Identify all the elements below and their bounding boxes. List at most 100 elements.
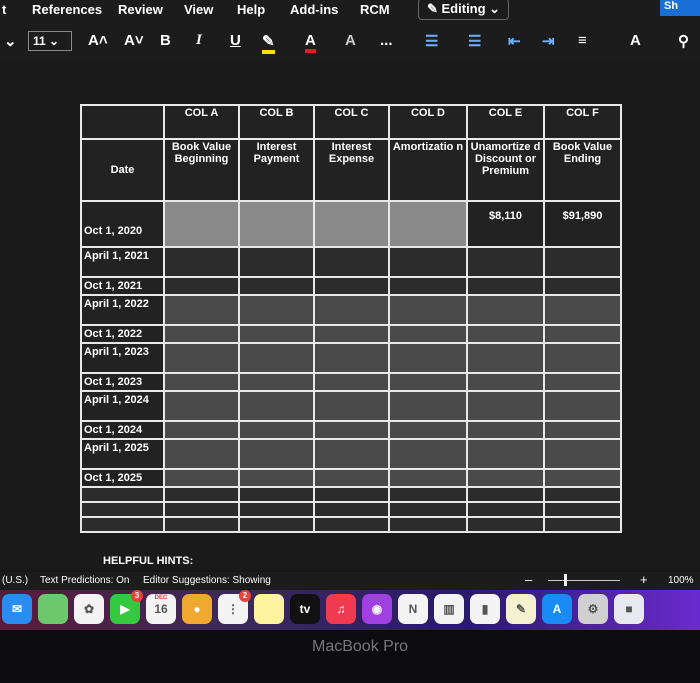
table-cell[interactable] (238, 468, 315, 488)
table-cell[interactable] (466, 468, 545, 488)
menu-add-ins[interactable]: Add-ins (290, 2, 338, 17)
table-cell[interactable] (313, 276, 390, 296)
table-cell[interactable] (163, 516, 240, 533)
table-cell[interactable] (238, 438, 315, 470)
table-cell[interactable] (163, 276, 240, 296)
date-cell[interactable]: Oct 1, 2020 (80, 200, 165, 248)
more-icon[interactable]: ... (380, 32, 393, 49)
bullets-icon[interactable]: ☰ (425, 32, 438, 50)
roblox-icon[interactable]: ■ (614, 594, 644, 624)
table-cell[interactable] (543, 438, 622, 470)
table-cell[interactable] (313, 342, 390, 374)
search-icon[interactable]: ⚲ (678, 32, 689, 50)
zoom-level[interactable]: 100% (668, 575, 694, 586)
table-cell[interactable] (466, 324, 545, 344)
share-button[interactable]: Sh (660, 0, 700, 16)
table-cell[interactable] (163, 438, 240, 470)
table-cell[interactable] (163, 324, 240, 344)
table-cell[interactable] (238, 276, 315, 296)
table-cell[interactable] (238, 200, 315, 248)
keynote-icon[interactable]: ▥ (434, 594, 464, 624)
pages-icon[interactable]: ✎ (506, 594, 536, 624)
table-cell[interactable] (313, 501, 390, 518)
table-cell[interactable] (80, 486, 165, 503)
date-cell[interactable]: April 1, 2023 (80, 342, 165, 374)
menu-view[interactable]: View (184, 2, 213, 17)
menu-tab[interactable]: t (2, 2, 6, 17)
table-cell[interactable] (466, 372, 545, 392)
table-cell[interactable] (543, 516, 622, 533)
table-cell[interactable] (238, 294, 315, 326)
table-cell[interactable] (238, 324, 315, 344)
decrease-indent-icon[interactable]: ⇤ (508, 32, 521, 50)
table-cell[interactable] (163, 294, 240, 326)
music-icon[interactable]: ♫ (326, 594, 356, 624)
table-cell[interactable] (313, 486, 390, 503)
menu-help[interactable]: Help (237, 2, 265, 17)
app-store-icon[interactable]: A (542, 594, 572, 624)
date-cell[interactable]: April 1, 2025 (80, 438, 165, 470)
table-cell[interactable] (543, 420, 622, 440)
table-cell[interactable] (466, 294, 545, 326)
table-cell[interactable] (388, 342, 468, 374)
notes-icon[interactable] (254, 594, 284, 624)
text-predictions-status[interactable]: Text Predictions: On (40, 575, 129, 586)
zoom-in-button[interactable]: + (640, 572, 648, 587)
table-cell[interactable] (163, 200, 240, 248)
table-cell[interactable] (543, 324, 622, 344)
table-cell[interactable] (543, 486, 622, 503)
table-cell[interactable] (466, 516, 545, 533)
maps-icon[interactable] (38, 594, 68, 624)
table-cell[interactable] (543, 372, 622, 392)
grow-font-button[interactable]: A˄ (88, 32, 108, 49)
table-cell[interactable]: $91,890 (543, 200, 622, 248)
table-cell[interactable] (238, 501, 315, 518)
language-status[interactable]: (U.S.) (2, 575, 28, 586)
table-cell[interactable] (313, 294, 390, 326)
table-cell[interactable] (163, 372, 240, 392)
editor-suggestions-status[interactable]: Editor Suggestions: Showing (143, 575, 271, 586)
table-cell[interactable] (388, 438, 468, 470)
news-icon[interactable]: N (398, 594, 428, 624)
table-cell[interactable] (388, 516, 468, 533)
calendar-icon[interactable]: 16 DEC (146, 594, 176, 624)
date-cell[interactable]: Oct 1, 2022 (80, 324, 165, 344)
podcasts-icon[interactable]: ◉ (362, 594, 392, 624)
table-cell[interactable] (163, 468, 240, 488)
contacts-icon[interactable]: ● (182, 594, 212, 624)
table-cell[interactable] (313, 438, 390, 470)
table-cell[interactable] (543, 390, 622, 422)
table-cell[interactable] (238, 516, 315, 533)
date-cell[interactable]: Oct 1, 2025 (80, 468, 165, 488)
date-cell[interactable]: April 1, 2024 (80, 390, 165, 422)
table-cell[interactable] (388, 420, 468, 440)
table-cell[interactable] (238, 246, 315, 278)
table-cell[interactable] (313, 420, 390, 440)
table-cell[interactable] (388, 200, 468, 248)
date-cell[interactable]: Oct 1, 2023 (80, 372, 165, 392)
editing-mode-button[interactable]: ✎ Editing ⌄ (418, 0, 510, 20)
table-cell[interactable] (313, 324, 390, 344)
table-cell[interactable] (388, 468, 468, 488)
clear-formatting-icon[interactable]: A (345, 32, 356, 49)
table-cell[interactable] (543, 246, 622, 278)
reminders-icon[interactable]: ⋮ 2 (218, 590, 251, 624)
table-cell[interactable] (543, 294, 622, 326)
table-cell[interactable] (313, 200, 390, 248)
zoom-slider[interactable] (548, 580, 620, 581)
table-cell[interactable] (313, 390, 390, 422)
styles-icon[interactable]: A (630, 32, 641, 49)
table-cell[interactable] (313, 372, 390, 392)
table-cell[interactable] (238, 486, 315, 503)
table-cell[interactable] (388, 276, 468, 296)
mail-icon[interactable]: ✉ (2, 594, 32, 624)
menu-rcm[interactable]: RCM (360, 2, 390, 17)
font-size-select[interactable]: 11 ⌄ (28, 31, 72, 51)
table-cell[interactable] (466, 486, 545, 503)
underline-button[interactable]: U (230, 32, 241, 49)
table-cell[interactable] (313, 468, 390, 488)
system-settings-icon[interactable]: ⚙ (578, 594, 608, 624)
table-cell[interactable] (163, 486, 240, 503)
numbering-icon[interactable]: ☰ (468, 32, 481, 50)
zoom-out-button[interactable]: – (525, 572, 532, 587)
